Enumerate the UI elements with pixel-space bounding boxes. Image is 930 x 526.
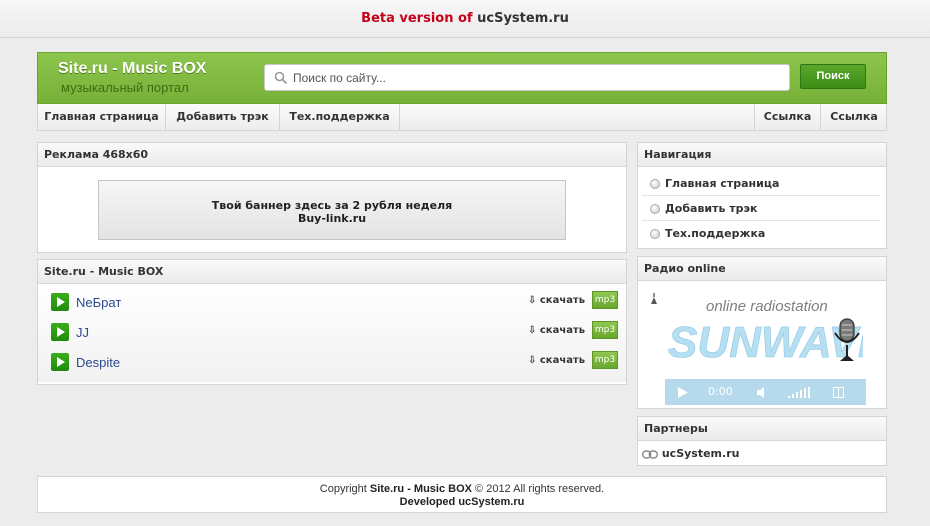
partner-item[interactable]: ucSystem.ru bbox=[641, 447, 740, 460]
radio-logo-name: SUNWAVE bbox=[668, 318, 863, 367]
mp3-badge[interactable]: mp3 bbox=[592, 291, 618, 309]
radio-panel-title: Радио online bbox=[638, 257, 886, 281]
play-icon[interactable] bbox=[51, 323, 69, 341]
download-link[interactable]: ⇩ скачать bbox=[528, 355, 585, 366]
track-row: JJ ⇩ скачать mp3 bbox=[51, 321, 619, 345]
sidebar-item-support[interactable]: Тех.поддержка bbox=[642, 222, 880, 246]
topnav-support[interactable]: Тех.поддержка bbox=[280, 104, 399, 130]
chain-link-icon bbox=[641, 450, 659, 459]
ad-panel-title: Реклама 468x60 bbox=[38, 143, 626, 167]
navigation-panel-title: Навигация bbox=[638, 143, 886, 167]
topnav-link-2[interactable]: Ссылка bbox=[821, 104, 887, 130]
top-navigation: Главная страница Добавить трэк Тех.подде… bbox=[37, 104, 887, 131]
topnav-link-1[interactable]: Ссылка bbox=[755, 104, 820, 130]
ad-banner-link: Buy-link.ru bbox=[297, 212, 367, 225]
sidebar-item-label: Добавить трэк bbox=[665, 202, 758, 215]
search-button[interactable]: Поиск bbox=[800, 64, 866, 89]
sidebar-item-label: Тех.поддержка bbox=[665, 227, 766, 240]
volume-icon[interactable] bbox=[757, 387, 769, 398]
beta-site-link[interactable]: ucSystem.ru bbox=[477, 11, 569, 26]
track-row: Despite ⇩ скачать mp3 bbox=[51, 351, 619, 375]
audio-player: 0:00 bbox=[665, 379, 866, 405]
track-title[interactable]: NeБрат bbox=[76, 295, 121, 310]
copyright-prefix: Copyright bbox=[319, 483, 367, 495]
fullscreen-icon[interactable] bbox=[833, 387, 844, 398]
track-title[interactable]: JJ bbox=[76, 325, 89, 340]
mp3-badge[interactable]: mp3 bbox=[592, 351, 618, 369]
download-link[interactable]: ⇩ скачать bbox=[528, 325, 585, 336]
download-link[interactable]: ⇩ скачать bbox=[528, 295, 585, 306]
bullet-icon bbox=[650, 204, 660, 214]
play-icon[interactable] bbox=[51, 293, 69, 311]
search-icon bbox=[274, 71, 288, 85]
sidebar-item-home[interactable]: Главная страница bbox=[642, 172, 880, 196]
track-row: NeБрат ⇩ скачать mp3 bbox=[51, 291, 619, 315]
bullet-icon bbox=[650, 229, 660, 239]
partners-panel-title: Партнеры bbox=[638, 417, 886, 441]
player-time: 0:00 bbox=[708, 385, 733, 398]
search-input[interactable] bbox=[293, 67, 783, 88]
topnav-home[interactable]: Главная страница bbox=[38, 104, 165, 130]
music-panel-title: Site.ru - Music BOX bbox=[38, 260, 626, 284]
beta-label: Beta version of bbox=[361, 11, 473, 26]
copyright-site[interactable]: Site.ru - Music BOX bbox=[370, 483, 472, 495]
ad-panel: Реклама 468x60 Твой баннер здесь за 2 ру… bbox=[37, 142, 627, 253]
navigation-panel: Навигация Главная страница Добавить трэк… bbox=[637, 142, 887, 249]
search-box bbox=[264, 64, 790, 91]
track-list: NeБрат ⇩ скачать mp3 JJ ⇩ скачать mp3 De… bbox=[38, 284, 626, 382]
site-logo-title[interactable]: Site.ru - Music BOX bbox=[58, 60, 206, 78]
site-logo-subtitle: музыкальный портал bbox=[61, 80, 189, 95]
radio-panel: Радио online online radiostation SUNWAVE… bbox=[637, 256, 887, 409]
developer-credit[interactable]: Developed ucSystem.ru bbox=[400, 496, 525, 508]
topnav-add-track[interactable]: Добавить трэк bbox=[166, 104, 279, 130]
track-title[interactable]: Despite bbox=[76, 355, 120, 370]
bullet-icon bbox=[650, 179, 660, 189]
volume-level-icon[interactable] bbox=[788, 387, 812, 398]
sunwave-logo: online radiostation SUNWAVE bbox=[668, 298, 863, 367]
site-header: Site.ru - Music BOX музыкальный портал П… bbox=[37, 52, 887, 104]
play-icon[interactable] bbox=[51, 353, 69, 371]
radio-widget: online radiostation SUNWAVE 0:00 bbox=[638, 281, 886, 407]
ad-banner[interactable]: Твой баннер здесь за 2 рубля неделя Buy-… bbox=[98, 180, 566, 240]
copyright-suffix: © 2012 All rights reserved. bbox=[475, 483, 605, 495]
radio-logo-tagline: online radiostation bbox=[706, 298, 828, 315]
ad-banner-text: Твой баннер здесь за 2 рубля неделя bbox=[211, 199, 453, 212]
site-footer: Copyright Site.ru - Music BOX © 2012 All… bbox=[37, 476, 887, 513]
sidebar-item-label: Главная страница bbox=[665, 177, 780, 190]
partner-link[interactable]: ucSystem.ru bbox=[662, 447, 740, 460]
mp3-badge[interactable]: mp3 bbox=[592, 321, 618, 339]
beta-banner: Beta version of ucSystem.ru bbox=[0, 0, 930, 38]
sidebar-item-add-track[interactable]: Добавить трэк bbox=[642, 197, 880, 221]
partners-panel: Партнеры ucSystem.ru bbox=[637, 416, 887, 466]
play-icon[interactable] bbox=[678, 387, 688, 398]
music-panel: Site.ru - Music BOX NeБрат ⇩ скачать mp3… bbox=[37, 259, 627, 385]
copyright-line: Copyright Site.ru - Music BOX © 2012 All… bbox=[38, 483, 886, 496]
topnav-divider bbox=[399, 104, 400, 130]
antenna-icon bbox=[651, 293, 657, 304]
